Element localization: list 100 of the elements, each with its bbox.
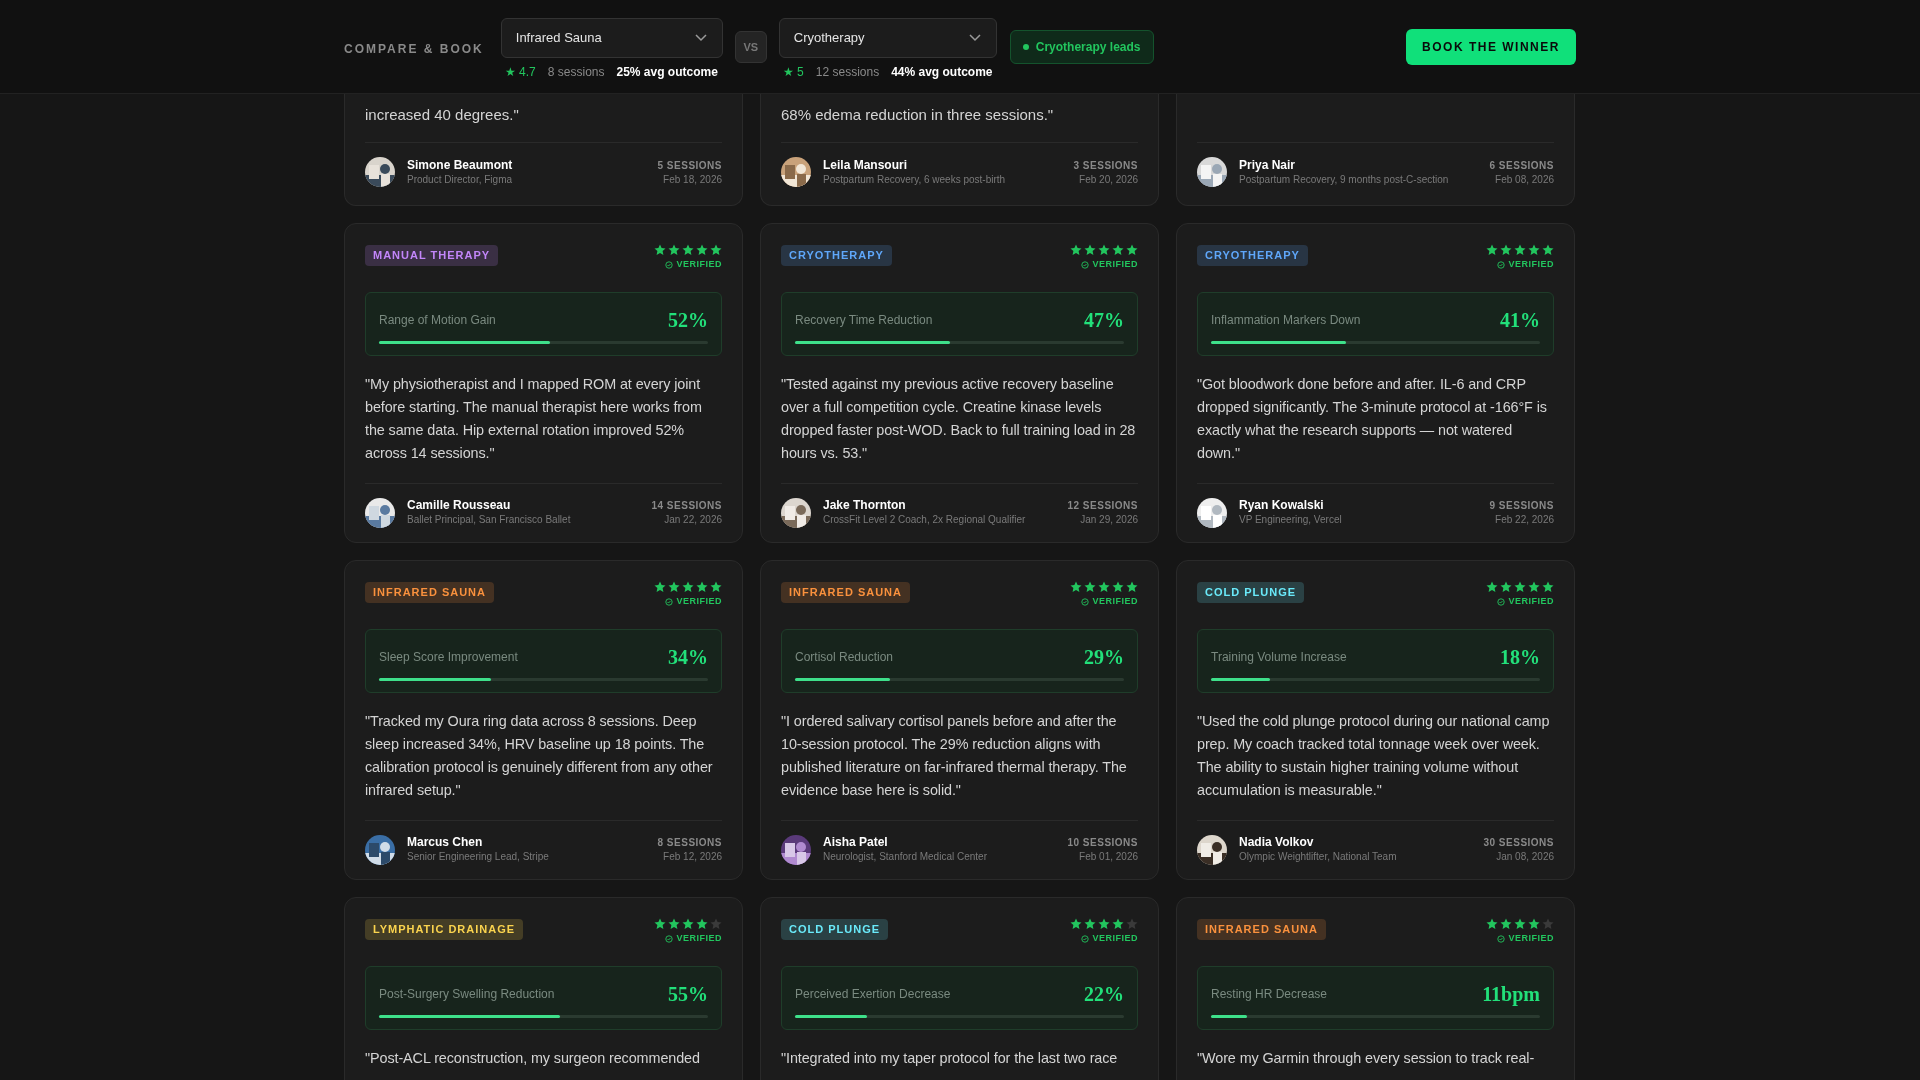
- review-date: Feb 22, 2026: [1495, 513, 1554, 527]
- category-tag: COLD PLUNGE: [781, 919, 889, 940]
- check-circle-icon: [1497, 934, 1506, 943]
- metric-label: Resting HR Decrease: [1211, 985, 1328, 1003]
- review-quote: "Wore my Garmin through every session to track real-: [1197, 1048, 1536, 1068]
- author-role: Neurologist, Stanford Medical Center: [823, 850, 988, 864]
- select-field[interactable]: Infrared Sauna: [500, 18, 723, 58]
- session-count: 5 SESSIONS: [657, 158, 722, 173]
- star-icon: [668, 581, 680, 593]
- star-icon: [682, 581, 694, 593]
- star-icon: [1514, 581, 1526, 593]
- category-tag: INFRARED SAUNA: [781, 582, 910, 603]
- author-name: Aisha Patel: [823, 835, 889, 850]
- metric-value: 18%: [1500, 644, 1540, 670]
- metric-value: 34%: [668, 644, 708, 670]
- star-icon: [1500, 244, 1512, 256]
- star-icon: [1486, 581, 1498, 593]
- star-icon: [1070, 244, 1082, 256]
- metric-label: Cortisol Reduction: [795, 648, 894, 666]
- metric-value: 55%: [668, 981, 708, 1007]
- author-role: Ballet Principal, San Francisco Ballet: [407, 513, 572, 527]
- star-icon: [1112, 918, 1124, 930]
- metric-label: Training Volume Increase: [1211, 648, 1347, 666]
- author-name: Camille Rousseau: [407, 498, 512, 513]
- review-quote: "Tested against my previous active recovery baseline over a full competition cycle. Creatine kinase levels dropped faster post-WOD. Back to full training load in 28 hours vs. 53.": [781, 374, 1137, 463]
- star-icon: [1542, 581, 1554, 593]
- star-icon: [1126, 918, 1138, 930]
- review-date: Feb 20, 2026: [1079, 172, 1138, 187]
- star-icon: [1098, 918, 1110, 930]
- star-icon: [654, 244, 666, 256]
- session-count: 8 SESSIONS: [657, 836, 722, 850]
- star-icon: [696, 918, 708, 930]
- metric-label: Perceived Exertion Decrease: [795, 985, 951, 1003]
- review-date: Jan 22, 2026: [664, 513, 722, 527]
- star-icon: [1084, 918, 1096, 930]
- author-role: Postpartum Recovery, 9 months post-C-section: [1239, 172, 1450, 187]
- star-icon: [1112, 581, 1124, 593]
- review-quote: "Got bloodwork done before and after. IL-6 and CRP dropped significantly. The 3-minute protocol at -166°F is exactly what the research supports — not watered down.": [1197, 374, 1548, 463]
- verified-label: VERIFIED: [1092, 595, 1138, 608]
- vs-label: VS: [734, 31, 767, 63]
- review-quote: 68% edema reduction in three sessions.": [781, 105, 1055, 125]
- category-tag: INFRARED SAUNA: [365, 582, 494, 603]
- star-icon: [654, 918, 666, 930]
- review-date: Feb 01, 2026: [1079, 850, 1138, 864]
- sessions-text: 8 sessions: [547, 64, 605, 81]
- star-icon: [696, 581, 708, 593]
- session-count: 6 SESSIONS: [1489, 158, 1554, 173]
- category-tag: MANUAL THERAPY: [365, 245, 499, 266]
- status-dot-icon: [1022, 44, 1029, 50]
- star-icon: [696, 244, 708, 256]
- select-field[interactable]: Cryotherapy: [778, 18, 997, 58]
- star-icon: [1098, 581, 1110, 593]
- book-button[interactable]: BOOK THE WINNER: [1406, 29, 1576, 65]
- star-icon: [1542, 244, 1554, 256]
- verified-label: VERIFIED: [676, 258, 722, 271]
- author-role: CrossFit Level 2 Coach, 2x Regional Qualifier: [823, 513, 1027, 527]
- verified-label: VERIFIED: [1508, 258, 1554, 271]
- category-tag: COLD PLUNGE: [1197, 582, 1305, 603]
- author-name: Jake Thornton: [823, 498, 907, 513]
- leader-badge: Cryotherapy leads: [1009, 30, 1154, 64]
- check-circle-icon: [1081, 597, 1090, 606]
- session-count: 14 SESSIONS: [651, 499, 722, 513]
- review-quote: "Used the cold plunge protocol during our national camp prep. My coach tracked total tonnage week over week. The ability to sustain higher training volume without accumulation is measurable.": [1197, 711, 1551, 800]
- check-circle-icon: [665, 597, 674, 606]
- star-icon: [654, 581, 666, 593]
- metric-value: 29%: [1084, 644, 1124, 670]
- metric-label: Range of Motion Gain: [379, 311, 496, 329]
- star-icon: [1528, 244, 1540, 256]
- author-role: Postpartum Recovery, 6 weeks post-birth: [823, 172, 1007, 187]
- metric-label: Sleep Score Improvement: [379, 648, 518, 666]
- check-circle-icon: [1497, 260, 1506, 269]
- star-icon: [710, 581, 722, 593]
- metric-label: Recovery Time Reduction: [795, 311, 933, 329]
- category-tag: CRYOTHERAPY: [781, 245, 892, 266]
- review-quote: increased 40 degrees.": [365, 105, 520, 125]
- star-icon: [1486, 918, 1498, 930]
- author-role: Senior Engineering Lead, Stripe: [407, 850, 550, 864]
- category-tag: INFRARED SAUNA: [1197, 919, 1326, 940]
- star-icon: [1126, 244, 1138, 256]
- star-icon: [1486, 244, 1498, 256]
- author-role: Product Director, Figma: [407, 172, 514, 187]
- star-icon: [1528, 581, 1540, 593]
- star-icon: [1528, 918, 1540, 930]
- star-icon: [1112, 244, 1124, 256]
- metric-label: Post-Surgery Swelling Reduction: [379, 985, 555, 1003]
- verified-label: VERIFIED: [676, 932, 722, 945]
- verified-label: VERIFIED: [1508, 595, 1554, 608]
- check-circle-icon: [1497, 597, 1506, 606]
- check-circle-icon: [1081, 260, 1090, 269]
- check-circle-icon: [665, 934, 674, 943]
- review-quote: "Integrated into my taper protocol for the last two race: [781, 1048, 1119, 1068]
- author-name: Priya Nair: [1239, 157, 1297, 173]
- category-tag: CRYOTHERAPY: [1197, 245, 1308, 266]
- star-icon: [1514, 244, 1526, 256]
- verified-label: VERIFIED: [1092, 932, 1138, 945]
- review-date: Feb 18, 2026: [663, 172, 722, 187]
- author-role: Olympic Weightlifter, National Team: [1239, 850, 1398, 864]
- outcome-text: 44% avg outcome: [891, 64, 993, 81]
- verified-label: VERIFIED: [1508, 932, 1554, 945]
- author-name: Ryan Kowalski: [1239, 498, 1325, 513]
